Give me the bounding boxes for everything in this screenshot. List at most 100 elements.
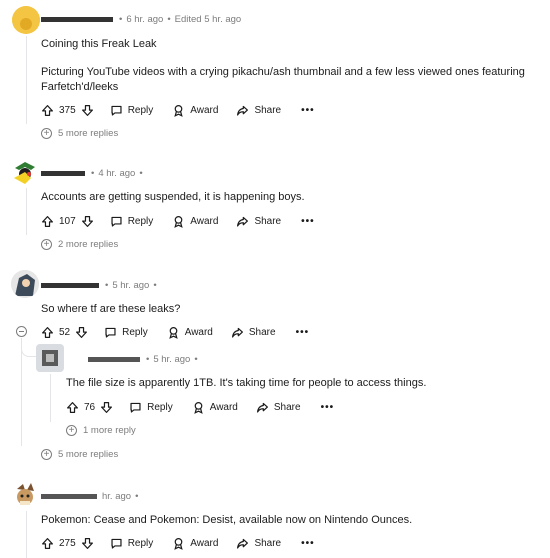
award-button[interactable]: Award	[172, 537, 218, 550]
award-label: Award	[190, 537, 219, 549]
award-button[interactable]: Award	[167, 326, 213, 339]
comment-actions: 52 Reply Award Share •••	[41, 324, 309, 340]
comment-body: Pokemon: Cease and Pokemon: Desist, avai…	[41, 513, 531, 528]
score: 375	[59, 104, 76, 116]
collapse-button[interactable]	[16, 326, 27, 337]
share-button[interactable]: Share	[236, 215, 281, 228]
more-replies-button[interactable]: + 2 more replies	[41, 239, 118, 250]
thread-line[interactable]	[50, 374, 51, 422]
award-icon	[192, 401, 205, 414]
reply-button[interactable]: Reply	[110, 104, 154, 117]
arrow-up-icon	[41, 537, 54, 550]
comment-paragraph: Coining this Freak Leak	[41, 38, 157, 50]
plus-circle-icon: +	[41, 239, 52, 250]
more-options-button[interactable]: •••	[321, 402, 335, 413]
avatar[interactable]	[11, 270, 39, 298]
upvote-button[interactable]	[41, 104, 54, 117]
comment-meta: hr. ago •	[41, 491, 142, 502]
award-icon	[172, 215, 185, 228]
upvote-button[interactable]	[41, 537, 54, 550]
more-options-button[interactable]: •••	[301, 538, 315, 549]
timestamp: hr. ago	[102, 491, 132, 502]
more-replies-label: 5 more replies	[58, 128, 119, 139]
share-label: Share	[254, 215, 282, 227]
reply-button[interactable]: Reply	[110, 537, 154, 550]
avatar[interactable]	[12, 6, 40, 34]
more-replies-button[interactable]: + 1 more reply	[66, 425, 136, 436]
more-options-button[interactable]: •••	[301, 216, 315, 227]
plus-circle-icon: +	[66, 425, 77, 436]
downvote-button[interactable]	[81, 537, 94, 550]
share-arrow-icon	[231, 326, 244, 339]
award-button[interactable]: Award	[172, 215, 218, 228]
arrow-down-icon	[81, 104, 94, 117]
comment-body: Accounts are getting suspended, it is ha…	[41, 190, 531, 205]
comment-actions: 107 Reply Award Share •••	[41, 213, 315, 229]
award-icon	[172, 104, 185, 117]
thread-line[interactable]	[26, 188, 27, 235]
username-redaction	[41, 283, 99, 288]
downvote-button[interactable]	[100, 401, 113, 414]
upvote-button[interactable]	[41, 215, 54, 228]
comment-paragraph: Accounts are getting suspended, it is ha…	[41, 191, 305, 203]
award-label: Award	[184, 326, 213, 338]
comment-paragraph: Pokemon: Cease and Pokemon: Desist, avai…	[41, 514, 413, 526]
arrow-down-icon	[100, 401, 113, 414]
reply-label: Reply	[147, 401, 173, 413]
edited-label: Edited 5 hr. ago	[174, 14, 242, 25]
timestamp: 5 hr. ago	[112, 280, 150, 291]
award-icon	[167, 326, 180, 339]
avatar[interactable]	[36, 344, 64, 372]
share-arrow-icon	[236, 537, 249, 550]
speech-bubble-icon	[104, 326, 117, 339]
username-redaction	[41, 494, 97, 499]
timestamp: 4 hr. ago	[98, 168, 136, 179]
upvote-button[interactable]	[66, 401, 79, 414]
upvote-button[interactable]	[41, 326, 54, 339]
share-button[interactable]: Share	[231, 326, 276, 339]
thread-line[interactable]	[26, 36, 27, 124]
downvote-button[interactable]	[81, 215, 94, 228]
more-replies-button[interactable]: + 5 more replies	[41, 128, 118, 139]
more-replies-button[interactable]: + 5 more replies	[41, 449, 118, 460]
reply-button[interactable]: Reply	[110, 215, 154, 228]
share-button[interactable]: Share	[236, 537, 281, 550]
reply-button[interactable]: Reply	[129, 401, 173, 414]
more-options-button[interactable]: •••	[301, 105, 315, 116]
award-button[interactable]: Award	[172, 104, 218, 117]
award-label: Award	[209, 401, 238, 413]
reply-label: Reply	[127, 215, 154, 227]
downvote-button[interactable]	[75, 326, 88, 339]
share-arrow-icon	[236, 215, 249, 228]
award-label: Award	[190, 104, 219, 116]
comment-meta: • 5 hr. ago •	[88, 354, 202, 365]
comment-meta: • 6 hr. ago • Edited 5 hr. ago	[41, 14, 241, 25]
award-button[interactable]: Award	[192, 401, 238, 414]
thread-line[interactable]	[26, 511, 27, 558]
reply-button[interactable]: Reply	[104, 326, 148, 339]
comment-body: So where tf are these leaks?	[41, 302, 531, 317]
score: 107	[59, 215, 76, 227]
comment-body: The file size is apparently 1TB. It's ta…	[66, 376, 536, 391]
username-redaction	[41, 171, 85, 176]
more-options-button[interactable]: •••	[296, 327, 310, 338]
plus-circle-icon: +	[41, 128, 52, 139]
comment-paragraph: So where tf are these leaks?	[41, 303, 181, 315]
thread-line[interactable]	[21, 338, 22, 446]
award-label: Award	[190, 215, 219, 227]
arrow-down-icon	[81, 537, 94, 550]
thread-connector	[21, 338, 36, 357]
comment-paragraph: Picturing YouTube videos with a crying p…	[41, 66, 525, 93]
avatar-icon	[17, 483, 34, 505]
share-button[interactable]: Share	[236, 104, 281, 117]
downvote-button[interactable]	[81, 104, 94, 117]
avatar-icon	[14, 162, 35, 184]
reply-label: Reply	[127, 104, 154, 116]
avatar[interactable]	[11, 158, 39, 186]
reply-label: Reply	[127, 537, 154, 549]
share-label: Share	[254, 537, 282, 549]
username-redaction	[88, 357, 140, 362]
username-redaction	[41, 17, 113, 22]
avatar[interactable]	[11, 481, 39, 509]
share-button[interactable]: Share	[256, 401, 301, 414]
